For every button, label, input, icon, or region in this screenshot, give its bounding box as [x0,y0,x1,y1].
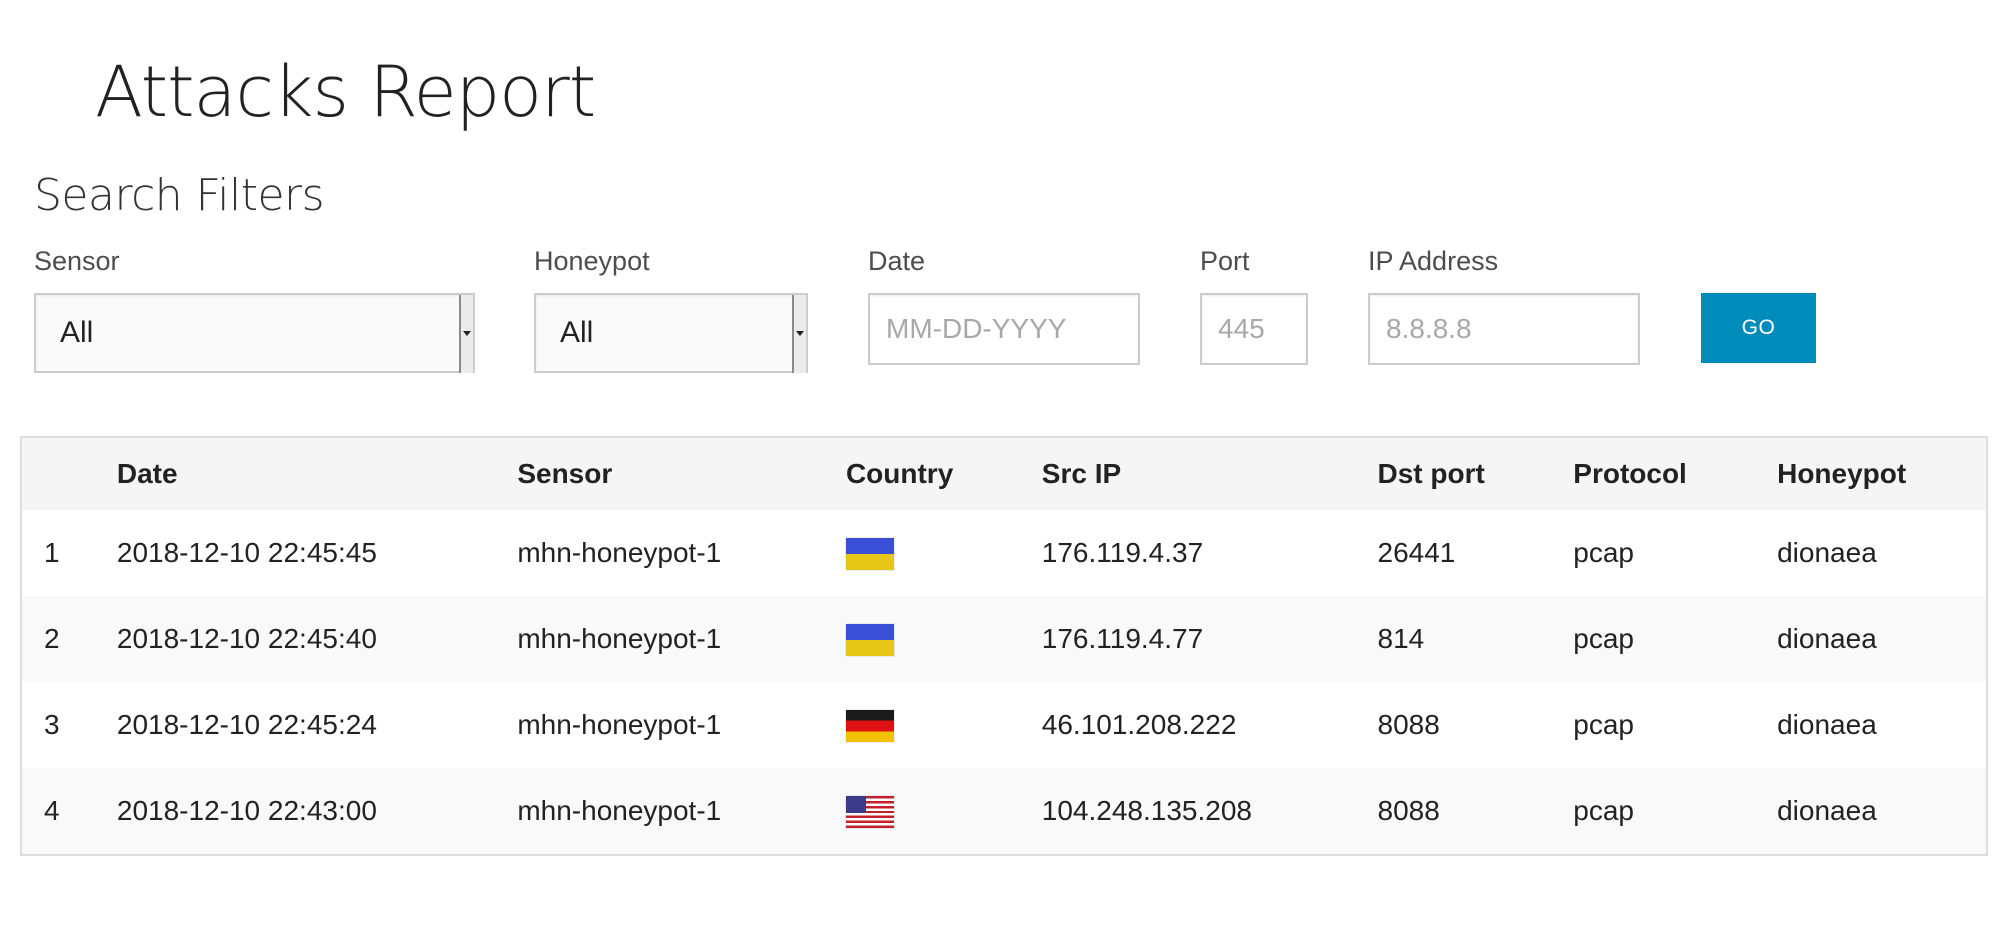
header-sensor: Sensor [517,437,846,510]
port-filter-label: Port [1200,246,1250,276]
chevron-down-icon [459,295,473,373]
row-date: 2018-12-10 22:43:00 [116,768,518,855]
honeypot-filter-label: Honeypot [534,246,650,276]
row-date: 2018-12-10 22:45:24 [116,682,518,768]
sensor-select-value: All [60,316,94,349]
chevron-down-icon [792,295,806,373]
header-honeypot: Honeypot [1777,437,1987,510]
ip-address-filter-label: IP Address [1368,246,1499,276]
page-title: Attacks Report [95,51,596,133]
row-sensor: mhn-honeypot-1 [517,510,846,596]
ua-flag-icon [845,623,894,656]
sensor-filter-label: Sensor [34,246,120,276]
search-filters-heading: Search Filters [34,170,325,221]
ip-address-input[interactable] [1368,293,1640,365]
us-flag-icon [845,795,894,828]
row-sensor: mhn-honeypot-1 [517,768,846,855]
date-input[interactable] [868,293,1140,365]
table-row: 1 2018-12-10 22:45:45 mhn-honeypot-1 176… [21,510,1987,596]
header-dst-port: Dst port [1377,437,1574,510]
row-honeypot: dionaea [1777,510,1987,596]
row-src-ip: 46.101.208.222 [1041,682,1378,768]
row-honeypot: dionaea [1777,682,1987,768]
row-index: 1 [21,510,117,596]
row-dst-port: 8088 [1377,768,1574,855]
header-index [21,437,117,510]
row-protocol: pcap [1573,682,1778,768]
row-sensor: mhn-honeypot-1 [517,682,846,768]
attacks-table: Date Sensor Country Src IP Dst port Prot… [20,436,1988,856]
header-protocol: Protocol [1573,437,1778,510]
row-src-ip: 176.119.4.37 [1041,510,1378,596]
row-honeypot: dionaea [1777,768,1987,855]
row-country [845,768,1042,855]
header-src-ip: Src IP [1041,437,1378,510]
port-input[interactable] [1200,293,1308,365]
row-country [845,510,1042,596]
ua-flag-icon [845,537,894,570]
table-header-row: Date Sensor Country Src IP Dst port Prot… [21,437,1987,510]
row-src-ip: 104.248.135.208 [1041,768,1378,855]
row-dst-port: 26441 [1377,510,1574,596]
row-date: 2018-12-10 22:45:45 [116,510,518,596]
header-country: Country [845,437,1042,510]
honeypot-select[interactable]: All [534,293,808,373]
row-dst-port: 814 [1377,596,1574,682]
row-protocol: pcap [1573,510,1778,596]
row-index: 3 [21,682,117,768]
table-row: 3 2018-12-10 22:45:24 mhn-honeypot-1 46.… [21,682,1987,768]
row-dst-port: 8088 [1377,682,1574,768]
row-country [845,682,1042,768]
row-index: 4 [21,768,117,855]
row-country [845,596,1042,682]
row-sensor: mhn-honeypot-1 [517,596,846,682]
row-index: 2 [21,596,117,682]
table-row: 4 2018-12-10 22:43:00 mhn-honeypot-1 104… [21,768,1987,855]
row-protocol: pcap [1573,768,1778,855]
de-flag-icon [845,709,894,742]
row-honeypot: dionaea [1777,596,1987,682]
honeypot-select-value: All [560,316,594,349]
go-button[interactable]: GO [1701,293,1816,363]
row-protocol: pcap [1573,596,1778,682]
table-row: 2 2018-12-10 22:45:40 mhn-honeypot-1 176… [21,596,1987,682]
row-src-ip: 176.119.4.77 [1041,596,1378,682]
sensor-select[interactable]: All [34,293,475,373]
date-filter-label: Date [868,246,926,276]
row-date: 2018-12-10 22:45:40 [116,596,518,682]
header-date: Date [116,437,518,510]
